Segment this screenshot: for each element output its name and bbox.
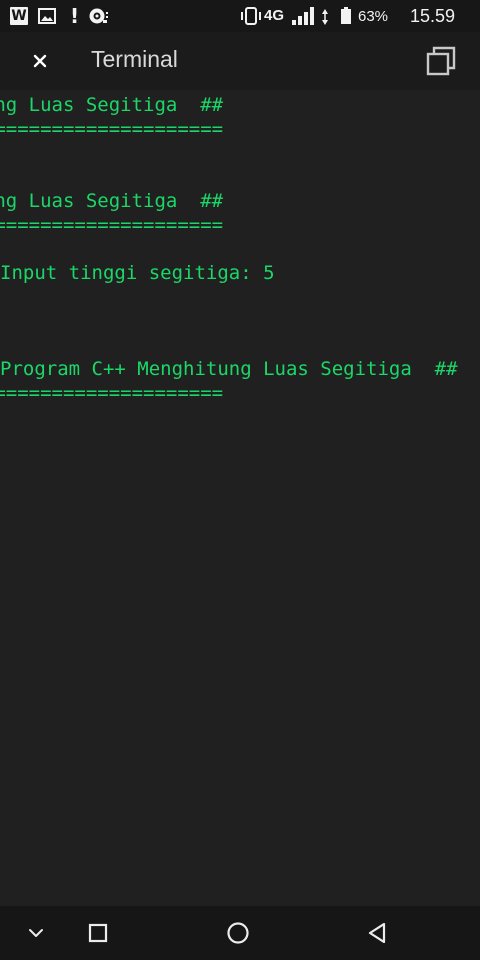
image-icon (38, 7, 56, 29)
terminal-line: ======================= (0, 214, 224, 236)
network-type-label: 4G (264, 7, 285, 24)
alert-icon: ! (70, 4, 80, 28)
battery-icon (340, 7, 352, 29)
system-indicators: 4G 63% 15.59 (230, 6, 470, 26)
home-circle-icon (227, 922, 249, 944)
back-button[interactable] (358, 913, 398, 953)
recents-button[interactable] (78, 913, 118, 953)
home-button[interactable] (218, 913, 258, 953)
status-bar: W ! 4G 63% 15.59 (0, 0, 480, 32)
switch-windows-icon (426, 46, 456, 76)
recents-square-icon (88, 923, 108, 943)
terminal-output[interactable]: itung Luas Segitiga ## =================… (0, 90, 480, 906)
close-button[interactable] (22, 43, 58, 79)
navigation-bar (0, 906, 480, 960)
title-bar: Terminal (0, 32, 480, 90)
back-triangle-icon (368, 922, 386, 944)
terminal-line: ======================= (0, 382, 224, 404)
clock: 15.59 (410, 6, 456, 26)
screen: W ! 4G 63% 15.59 Terminal ng Luas Segiti… (0, 0, 480, 960)
collapse-button[interactable] (16, 913, 56, 953)
close-icon (33, 54, 47, 68)
collapse-chevron-icon (29, 929, 43, 937)
vibrate-icon (240, 7, 262, 29)
terminal-line: itung Luas Segitiga ## (0, 94, 224, 116)
battery-percent: 63% (358, 8, 389, 25)
wps-office-icon: W (10, 7, 28, 25)
terminal-line: Program C++ Menghitung Luas Segitiga ## (0, 358, 458, 380)
terminal-line: Input tinggi segitiga: 5 (0, 262, 275, 284)
camera-icon (88, 7, 110, 29)
switch-windows-button[interactable] (422, 42, 460, 80)
data-transfer-icon (320, 8, 330, 30)
terminal-line: itung Luas Segitiga ## (0, 190, 224, 212)
signal-icon (292, 6, 318, 30)
terminal-line: ======================= (0, 118, 224, 140)
page-title: Terminal (91, 46, 178, 72)
